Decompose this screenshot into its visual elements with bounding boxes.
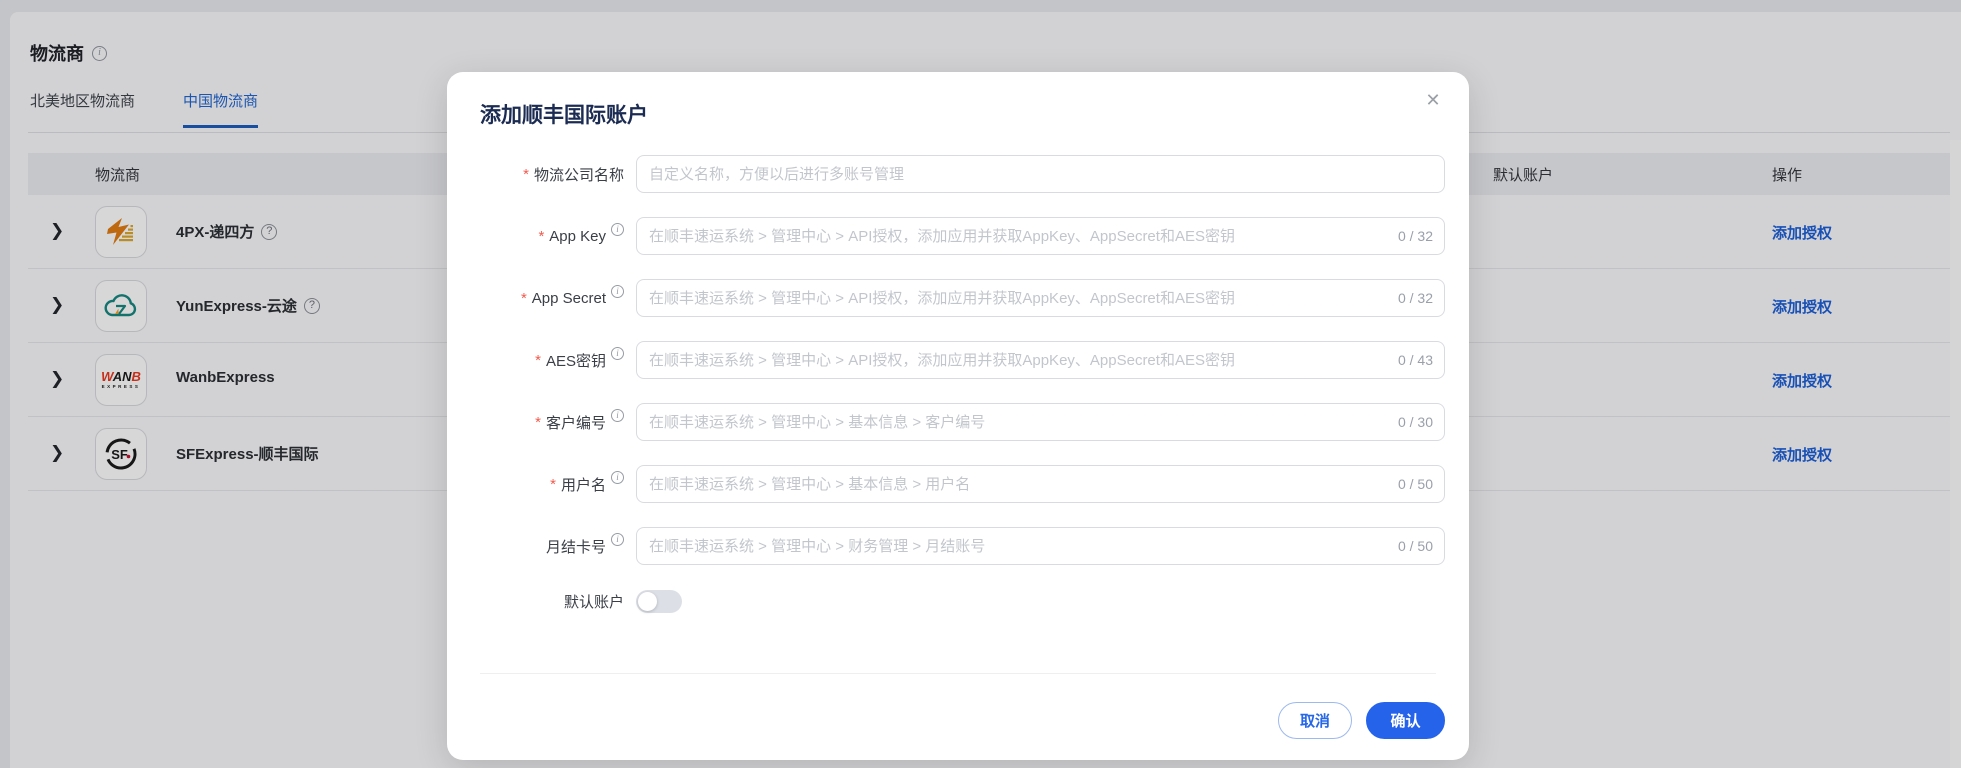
modal-title: 添加顺丰国际账户	[480, 104, 648, 127]
close-icon[interactable]: ✕	[1419, 86, 1447, 114]
field-label: * 物流公司名称	[523, 165, 624, 184]
form-field-row: * 物流公司名称	[447, 155, 1445, 193]
field-info-icon[interactable]: i	[611, 470, 624, 484]
cancel-button[interactable]: 取消	[1278, 702, 1352, 739]
form-field-row: * App Key i 0 / 32	[447, 217, 1445, 255]
required-asterisk: *	[535, 351, 541, 369]
required-asterisk: *	[538, 227, 545, 245]
confirm-button[interactable]: 确认	[1366, 702, 1445, 739]
field-input[interactable]	[636, 217, 1445, 255]
field-label: * App Key i	[447, 222, 636, 245]
field-input[interactable]	[636, 527, 1445, 565]
toggle-knob	[638, 591, 657, 611]
field-label: * AES密钥 i	[447, 346, 636, 371]
field-info-icon[interactable]: i	[611, 346, 624, 360]
form-field-row: * App Secret i 0 / 32	[447, 279, 1445, 317]
field-input[interactable]	[636, 155, 1445, 193]
field-info-icon[interactable]: i	[611, 532, 624, 546]
field-input[interactable]	[636, 403, 1445, 441]
footer-divider	[480, 673, 1436, 674]
default-account-toggle[interactable]	[636, 589, 682, 613]
required-asterisk: *	[520, 289, 527, 307]
field-label: * 客户编号 i	[447, 408, 636, 433]
field-label: 月结卡号 i	[447, 532, 636, 557]
form-field-row: 月结卡号 i 0 / 50	[447, 527, 1445, 565]
add-sf-account-modal: 添加顺丰国际账户 ✕ * 物流公司名称 * App Key i 0 / 32 *…	[447, 72, 1469, 760]
field-info-icon[interactable]: i	[611, 408, 624, 422]
form-field-row: * 客户编号 i 0 / 30	[447, 403, 1445, 441]
field-input[interactable]	[636, 465, 1445, 503]
default-account-row: 默认账户	[447, 589, 1445, 613]
field-input[interactable]	[636, 279, 1445, 317]
form-field-row: * 用户名 i 0 / 50	[447, 465, 1445, 503]
field-info-icon[interactable]: i	[611, 222, 624, 236]
field-input[interactable]	[636, 341, 1445, 379]
required-asterisk: *	[550, 475, 556, 493]
required-asterisk: *	[523, 165, 529, 183]
toggle-label: 默认账户	[563, 593, 624, 611]
form-field-row: * AES密钥 i 0 / 43	[447, 341, 1445, 379]
field-label: * 用户名 i	[447, 470, 636, 495]
field-label: * App Secret i	[447, 284, 636, 307]
required-asterisk: *	[535, 413, 541, 431]
field-info-icon[interactable]: i	[611, 284, 624, 298]
